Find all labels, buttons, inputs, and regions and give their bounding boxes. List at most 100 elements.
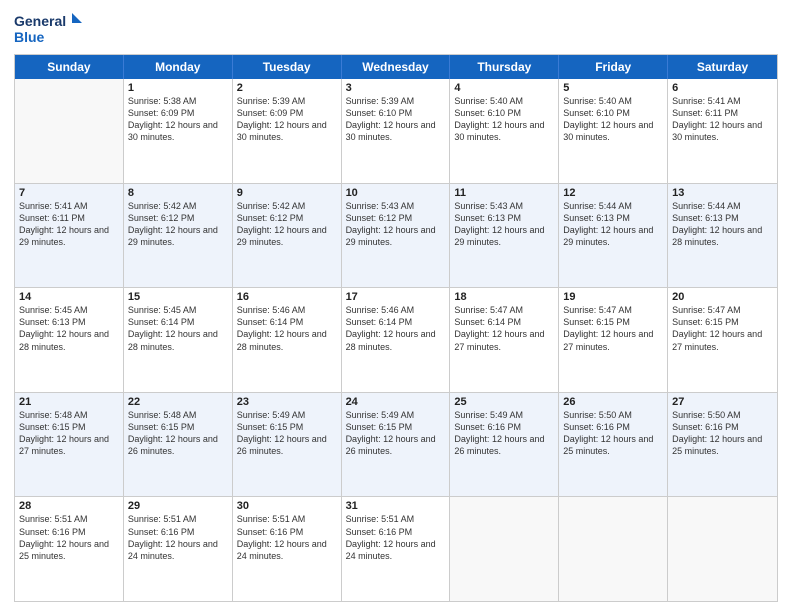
calendar-cell: 19Sunrise: 5:47 AMSunset: 6:15 PMDayligh… [559, 288, 668, 392]
day-number: 6 [672, 82, 773, 94]
cell-info: Sunrise: 5:38 AMSunset: 6:09 PMDaylight:… [128, 95, 228, 144]
day-number: 3 [346, 82, 446, 94]
day-number: 11 [454, 187, 554, 199]
calendar-cell: 21Sunrise: 5:48 AMSunset: 6:15 PMDayligh… [15, 393, 124, 497]
cell-info: Sunrise: 5:47 AMSunset: 6:15 PMDaylight:… [563, 304, 663, 353]
calendar-cell: 6Sunrise: 5:41 AMSunset: 6:11 PMDaylight… [668, 79, 777, 183]
cell-info: Sunrise: 5:45 AMSunset: 6:13 PMDaylight:… [19, 304, 119, 353]
cell-info: Sunrise: 5:40 AMSunset: 6:10 PMDaylight:… [454, 95, 554, 144]
cell-info: Sunrise: 5:45 AMSunset: 6:14 PMDaylight:… [128, 304, 228, 353]
calendar-cell: 12Sunrise: 5:44 AMSunset: 6:13 PMDayligh… [559, 184, 668, 288]
calendar-cell: 18Sunrise: 5:47 AMSunset: 6:14 PMDayligh… [450, 288, 559, 392]
day-number: 15 [128, 291, 228, 303]
calendar-row: 7Sunrise: 5:41 AMSunset: 6:11 PMDaylight… [15, 183, 777, 288]
calendar-cell: 1Sunrise: 5:38 AMSunset: 6:09 PMDaylight… [124, 79, 233, 183]
calendar-day-header: Sunday [15, 55, 124, 79]
calendar-cell: 20Sunrise: 5:47 AMSunset: 6:15 PMDayligh… [668, 288, 777, 392]
calendar-cell: 30Sunrise: 5:51 AMSunset: 6:16 PMDayligh… [233, 497, 342, 601]
cell-info: Sunrise: 5:42 AMSunset: 6:12 PMDaylight:… [128, 200, 228, 249]
calendar-day-header: Tuesday [233, 55, 342, 79]
page: General Blue SundayMondayTuesdayWednesda… [0, 0, 792, 612]
calendar-day-header: Saturday [668, 55, 777, 79]
day-number: 28 [19, 500, 119, 512]
day-number: 8 [128, 187, 228, 199]
calendar-cell [15, 79, 124, 183]
day-number: 21 [19, 396, 119, 408]
cell-info: Sunrise: 5:51 AMSunset: 6:16 PMDaylight:… [19, 513, 119, 562]
calendar-body: 1Sunrise: 5:38 AMSunset: 6:09 PMDaylight… [15, 79, 777, 601]
logo: General Blue [14, 10, 84, 46]
calendar-cell: 4Sunrise: 5:40 AMSunset: 6:10 PMDaylight… [450, 79, 559, 183]
day-number: 12 [563, 187, 663, 199]
calendar-cell: 9Sunrise: 5:42 AMSunset: 6:12 PMDaylight… [233, 184, 342, 288]
cell-info: Sunrise: 5:50 AMSunset: 6:16 PMDaylight:… [672, 409, 773, 458]
calendar-cell: 25Sunrise: 5:49 AMSunset: 6:16 PMDayligh… [450, 393, 559, 497]
day-number: 29 [128, 500, 228, 512]
calendar-day-header: Friday [559, 55, 668, 79]
calendar-cell: 22Sunrise: 5:48 AMSunset: 6:15 PMDayligh… [124, 393, 233, 497]
day-number: 14 [19, 291, 119, 303]
calendar-row: 1Sunrise: 5:38 AMSunset: 6:09 PMDaylight… [15, 79, 777, 183]
calendar-cell: 14Sunrise: 5:45 AMSunset: 6:13 PMDayligh… [15, 288, 124, 392]
cell-info: Sunrise: 5:47 AMSunset: 6:14 PMDaylight:… [454, 304, 554, 353]
day-number: 18 [454, 291, 554, 303]
cell-info: Sunrise: 5:51 AMSunset: 6:16 PMDaylight:… [128, 513, 228, 562]
day-number: 27 [672, 396, 773, 408]
svg-text:Blue: Blue [14, 29, 45, 45]
cell-info: Sunrise: 5:49 AMSunset: 6:16 PMDaylight:… [454, 409, 554, 458]
calendar-cell: 28Sunrise: 5:51 AMSunset: 6:16 PMDayligh… [15, 497, 124, 601]
cell-info: Sunrise: 5:44 AMSunset: 6:13 PMDaylight:… [563, 200, 663, 249]
cell-info: Sunrise: 5:46 AMSunset: 6:14 PMDaylight:… [346, 304, 446, 353]
calendar-cell: 10Sunrise: 5:43 AMSunset: 6:12 PMDayligh… [342, 184, 451, 288]
day-number: 25 [454, 396, 554, 408]
cell-info: Sunrise: 5:39 AMSunset: 6:10 PMDaylight:… [346, 95, 446, 144]
calendar-cell: 15Sunrise: 5:45 AMSunset: 6:14 PMDayligh… [124, 288, 233, 392]
day-number: 26 [563, 396, 663, 408]
cell-info: Sunrise: 5:39 AMSunset: 6:09 PMDaylight:… [237, 95, 337, 144]
calendar-header: SundayMondayTuesdayWednesdayThursdayFrid… [15, 55, 777, 79]
cell-info: Sunrise: 5:47 AMSunset: 6:15 PMDaylight:… [672, 304, 773, 353]
logo-svg: General Blue [14, 10, 84, 46]
cell-info: Sunrise: 5:41 AMSunset: 6:11 PMDaylight:… [672, 95, 773, 144]
day-number: 13 [672, 187, 773, 199]
day-number: 4 [454, 82, 554, 94]
calendar-cell: 23Sunrise: 5:49 AMSunset: 6:15 PMDayligh… [233, 393, 342, 497]
svg-text:General: General [14, 13, 66, 29]
day-number: 5 [563, 82, 663, 94]
day-number: 10 [346, 187, 446, 199]
day-number: 23 [237, 396, 337, 408]
calendar: SundayMondayTuesdayWednesdayThursdayFrid… [14, 54, 778, 602]
calendar-cell [559, 497, 668, 601]
day-number: 24 [346, 396, 446, 408]
day-number: 31 [346, 500, 446, 512]
calendar-cell [450, 497, 559, 601]
day-number: 19 [563, 291, 663, 303]
calendar-cell: 26Sunrise: 5:50 AMSunset: 6:16 PMDayligh… [559, 393, 668, 497]
cell-info: Sunrise: 5:46 AMSunset: 6:14 PMDaylight:… [237, 304, 337, 353]
cell-info: Sunrise: 5:51 AMSunset: 6:16 PMDaylight:… [237, 513, 337, 562]
cell-info: Sunrise: 5:44 AMSunset: 6:13 PMDaylight:… [672, 200, 773, 249]
day-number: 17 [346, 291, 446, 303]
cell-info: Sunrise: 5:51 AMSunset: 6:16 PMDaylight:… [346, 513, 446, 562]
day-number: 22 [128, 396, 228, 408]
calendar-cell: 2Sunrise: 5:39 AMSunset: 6:09 PMDaylight… [233, 79, 342, 183]
day-number: 1 [128, 82, 228, 94]
calendar-cell [668, 497, 777, 601]
cell-info: Sunrise: 5:49 AMSunset: 6:15 PMDaylight:… [346, 409, 446, 458]
cell-info: Sunrise: 5:43 AMSunset: 6:13 PMDaylight:… [454, 200, 554, 249]
calendar-day-header: Thursday [450, 55, 559, 79]
calendar-cell: 5Sunrise: 5:40 AMSunset: 6:10 PMDaylight… [559, 79, 668, 183]
calendar-cell: 17Sunrise: 5:46 AMSunset: 6:14 PMDayligh… [342, 288, 451, 392]
day-number: 2 [237, 82, 337, 94]
calendar-row: 28Sunrise: 5:51 AMSunset: 6:16 PMDayligh… [15, 496, 777, 601]
cell-info: Sunrise: 5:41 AMSunset: 6:11 PMDaylight:… [19, 200, 119, 249]
calendar-cell: 8Sunrise: 5:42 AMSunset: 6:12 PMDaylight… [124, 184, 233, 288]
calendar-day-header: Monday [124, 55, 233, 79]
calendar-row: 14Sunrise: 5:45 AMSunset: 6:13 PMDayligh… [15, 287, 777, 392]
day-number: 30 [237, 500, 337, 512]
calendar-cell: 7Sunrise: 5:41 AMSunset: 6:11 PMDaylight… [15, 184, 124, 288]
cell-info: Sunrise: 5:49 AMSunset: 6:15 PMDaylight:… [237, 409, 337, 458]
calendar-cell: 29Sunrise: 5:51 AMSunset: 6:16 PMDayligh… [124, 497, 233, 601]
calendar-cell: 24Sunrise: 5:49 AMSunset: 6:15 PMDayligh… [342, 393, 451, 497]
day-number: 9 [237, 187, 337, 199]
